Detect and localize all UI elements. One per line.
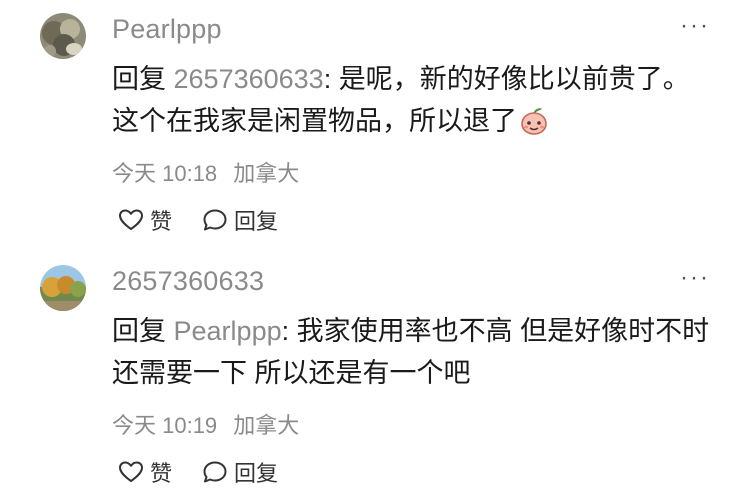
timestamp: 今天 10:18 — [112, 161, 218, 186]
comment-meta: 今天 10:19 加拿大 — [112, 408, 299, 440]
heart-icon — [119, 461, 143, 482]
like-button[interactable]: 赞 — [118, 204, 172, 236]
like-label: 赞 — [150, 209, 173, 234]
comment-actions: 赞 回复 — [118, 456, 308, 488]
comment-text: 回复 2657360633: 是呢，新的好像比以前贵了。这个在我家是闲置物品，所… — [112, 58, 712, 148]
reply-target[interactable]: Pearlppp — [174, 316, 282, 346]
location: 加拿大 — [233, 161, 300, 186]
like-button[interactable]: 赞 — [118, 456, 172, 488]
avatar[interactable] — [40, 265, 86, 311]
reply-label: 回复 — [234, 461, 279, 486]
comment-bubble-icon — [203, 461, 227, 483]
more-options-icon[interactable]: ··· — [680, 264, 710, 292]
comment-item: Pearlppp ··· 回复 2657360633: 是呢，新的好像比以前贵了… — [0, 0, 744, 252]
comment-text: 回复 Pearlppp: 我家使用率也不高 但是好像时不时还需要一下 所以还是有… — [112, 310, 712, 394]
more-options-icon[interactable]: ··· — [680, 12, 710, 40]
username[interactable]: Pearlppp — [112, 14, 222, 45]
username[interactable]: 2657360633 — [112, 266, 264, 297]
reply-label: 回复 — [234, 209, 279, 234]
reply-button[interactable]: 回复 — [202, 456, 278, 488]
timestamp: 今天 10:19 — [112, 413, 218, 438]
comment-actions: 赞 回复 — [118, 204, 308, 236]
reply-button[interactable]: 回复 — [202, 204, 278, 236]
reply-target[interactable]: 2657360633 — [174, 64, 324, 94]
comment-bubble-icon — [203, 209, 227, 231]
like-label: 赞 — [150, 461, 173, 486]
reply-prefix: 回复 — [112, 316, 166, 346]
comment-item: 2657360633 ··· 回复 Pearlppp: 我家使用率也不高 但是好… — [0, 252, 744, 504]
reply-prefix: 回复 — [112, 64, 166, 94]
avatar[interactable] — [40, 13, 86, 59]
peach-emoji-icon — [519, 106, 549, 148]
comment-meta: 今天 10:18 加拿大 — [112, 156, 299, 188]
location: 加拿大 — [233, 413, 300, 438]
heart-icon — [119, 209, 143, 230]
